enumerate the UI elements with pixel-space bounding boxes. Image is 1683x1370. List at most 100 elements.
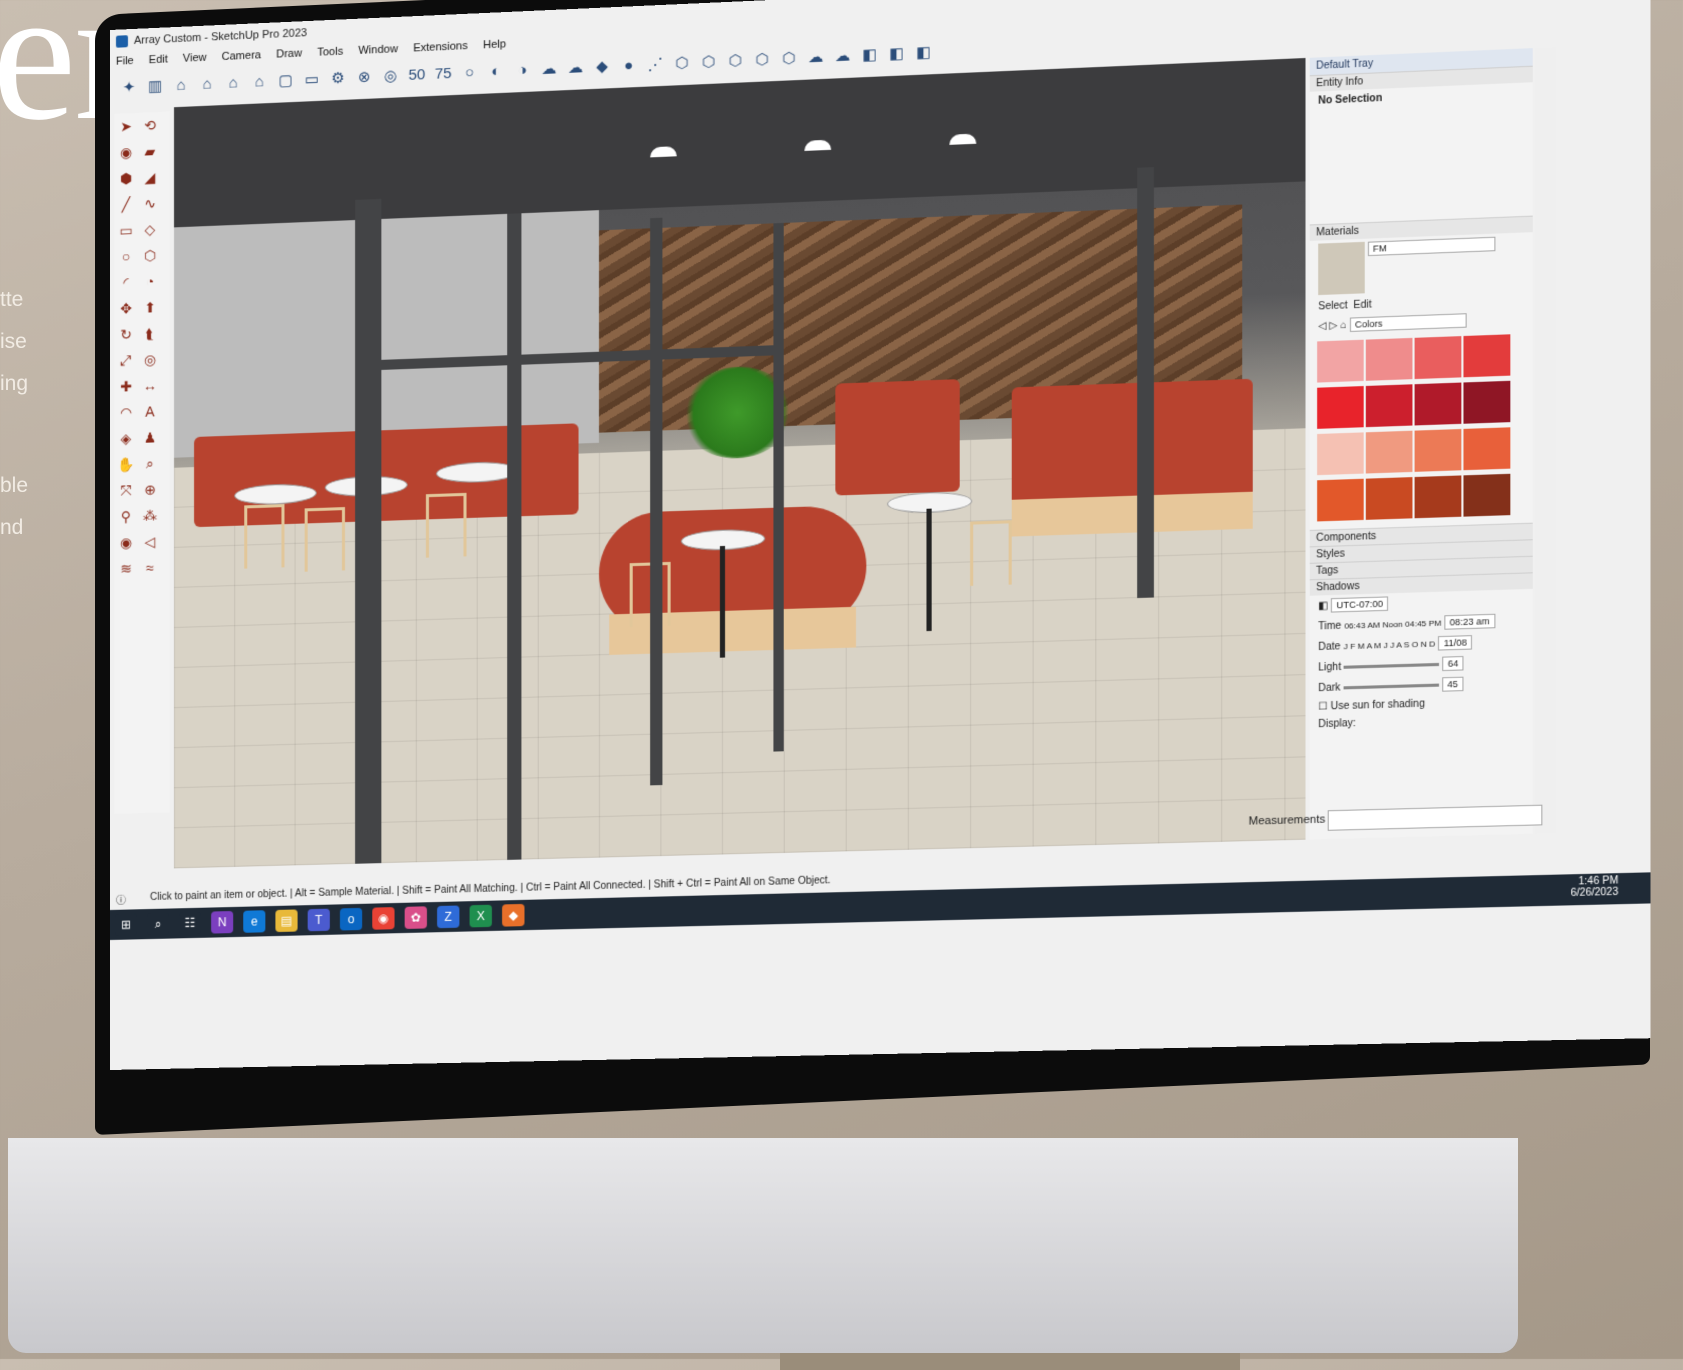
sandbox-smoove-icon[interactable]: ≈ bbox=[138, 554, 162, 581]
taskbar-app-icon[interactable]: X bbox=[469, 904, 492, 928]
toolbar-icon[interactable]: ⌂ bbox=[222, 72, 244, 95]
toolbar-icon[interactable]: ⌂ bbox=[170, 74, 192, 97]
taskbar-app-icon[interactable]: ◉ bbox=[372, 907, 395, 930]
look-around-icon[interactable]: ◉ bbox=[114, 529, 138, 556]
materials-select-tab[interactable]: Select bbox=[1318, 300, 1347, 312]
orbit-icon[interactable]: ⟲ bbox=[138, 112, 162, 139]
toolbar-icon[interactable]: 50 bbox=[406, 64, 428, 87]
toolbar-icon[interactable]: ◑ bbox=[511, 59, 533, 82]
menu-edit[interactable]: Edit bbox=[149, 53, 168, 66]
toolbar-icon[interactable]: ◧ bbox=[912, 41, 935, 64]
rotate-icon[interactable]: ↻ bbox=[114, 321, 138, 348]
taskbar-app-icon[interactable]: e bbox=[243, 910, 266, 933]
walk-icon[interactable]: ♟ bbox=[138, 424, 162, 451]
dark-field[interactable]: 45 bbox=[1441, 676, 1464, 692]
toolbar-icon[interactable]: ◐ bbox=[485, 60, 507, 83]
menu-extensions[interactable]: Extensions bbox=[413, 40, 468, 55]
zoom-extents-icon[interactable]: ⤧ bbox=[114, 477, 138, 504]
color-swatch[interactable] bbox=[1414, 382, 1462, 426]
menu-camera[interactable]: Camera bbox=[222, 49, 261, 63]
time-field[interactable]: 08:23 am bbox=[1444, 613, 1495, 630]
toolbar-icon[interactable]: ◧ bbox=[885, 43, 908, 66]
taskbar-app-icon[interactable]: ☷ bbox=[179, 911, 202, 935]
footprints-icon[interactable]: ⁂ bbox=[138, 502, 162, 529]
toolbar-icon[interactable]: ⋰ bbox=[644, 53, 667, 76]
freehand-icon[interactable]: ∿ bbox=[138, 190, 162, 217]
color-swatch[interactable] bbox=[1317, 386, 1364, 429]
dimension-icon[interactable]: ↔ bbox=[138, 372, 162, 399]
toolbar-icon[interactable]: ▭ bbox=[301, 69, 323, 92]
taskbar-app-icon[interactable]: ⌕ bbox=[146, 912, 170, 936]
sandbox-icon[interactable]: ≋ bbox=[114, 555, 138, 582]
toolbar-icon[interactable]: ◆ bbox=[591, 56, 613, 79]
toolbar-icon[interactable]: ☁ bbox=[804, 46, 827, 69]
timezone-select[interactable]: UTC-07:00 bbox=[1331, 596, 1389, 613]
toolbar-icon[interactable]: ☁ bbox=[564, 57, 586, 80]
eraser-icon[interactable]: ▰ bbox=[138, 138, 162, 165]
forward-arrow-icon[interactable]: ▷ bbox=[1329, 320, 1337, 332]
menu-window[interactable]: Window bbox=[358, 43, 398, 57]
color-swatch[interactable] bbox=[1414, 475, 1462, 519]
toolbar-icon[interactable]: ✦ bbox=[118, 77, 140, 100]
rectangle-icon[interactable]: ▭ bbox=[114, 217, 138, 244]
color-swatch[interactable] bbox=[1317, 478, 1364, 522]
toolbar-icon[interactable]: ● bbox=[617, 55, 640, 78]
menu-view[interactable]: View bbox=[183, 52, 207, 65]
circle-icon[interactable]: ○ bbox=[114, 243, 138, 270]
toolbar-icon[interactable]: ⬡ bbox=[751, 49, 774, 72]
color-swatch[interactable] bbox=[1463, 334, 1511, 378]
toolbar-icon[interactable]: ☁ bbox=[831, 45, 854, 68]
materials-edit-tab[interactable]: Edit bbox=[1353, 299, 1371, 311]
follow-me-icon[interactable]: ⮬ bbox=[138, 320, 162, 347]
taskbar-app-icon[interactable]: o bbox=[339, 907, 363, 931]
paint-bucket-icon[interactable]: ◉ bbox=[114, 139, 138, 166]
menu-tools[interactable]: Tools bbox=[317, 46, 343, 59]
toolbar-icon[interactable]: ⬡ bbox=[778, 47, 801, 70]
push-pull-icon[interactable]: ⬆ bbox=[138, 294, 162, 321]
pie-icon[interactable]: ◔ bbox=[138, 268, 162, 295]
color-swatch[interactable] bbox=[1463, 427, 1511, 471]
material-name-field[interactable]: FM bbox=[1367, 236, 1496, 257]
taskbar-app-icon[interactable]: ✿ bbox=[404, 906, 427, 929]
pan-icon[interactable]: ✋ bbox=[114, 451, 138, 478]
rotated-rectangle-icon[interactable]: ◇ bbox=[138, 216, 162, 243]
color-swatch[interactable] bbox=[1365, 337, 1413, 381]
zoom-window-icon[interactable]: ⊕ bbox=[138, 476, 162, 503]
color-swatch[interactable] bbox=[1365, 384, 1413, 428]
toolbar-icon[interactable]: ▥ bbox=[144, 76, 166, 99]
axes-icon[interactable]: ✚ bbox=[114, 373, 138, 400]
toolbar-icon[interactable]: ⌂ bbox=[248, 71, 270, 94]
light-field[interactable]: 64 bbox=[1442, 656, 1464, 672]
color-swatch[interactable] bbox=[1463, 380, 1511, 424]
color-swatch[interactable] bbox=[1463, 473, 1511, 517]
date-field[interactable]: 11/08 bbox=[1438, 635, 1473, 651]
light-slider[interactable] bbox=[1344, 662, 1440, 669]
taskbar-app-icon[interactable]: Z bbox=[437, 905, 460, 929]
color-swatch[interactable] bbox=[1365, 430, 1413, 474]
color-swatch[interactable] bbox=[1365, 477, 1413, 520]
toolbar-icon[interactable]: ◧ bbox=[858, 44, 881, 67]
system-clock[interactable]: 1:46 PM 6/26/2023 bbox=[1571, 875, 1619, 899]
toolbar-icon[interactable]: ⌂ bbox=[196, 73, 218, 96]
toolbar-icon[interactable]: ⬡ bbox=[697, 51, 720, 74]
zoom-icon[interactable]: ⌕ bbox=[138, 450, 162, 477]
use-sun-checkbox[interactable]: ☐ bbox=[1318, 701, 1327, 713]
menu-file[interactable]: File bbox=[116, 55, 134, 68]
toolbar-icon[interactable]: ⬡ bbox=[724, 50, 747, 73]
3d-viewport[interactable] bbox=[174, 57, 1306, 869]
back-arrow-icon[interactable]: ◁ bbox=[1318, 321, 1326, 333]
taskbar-app-icon[interactable]: ⊞ bbox=[114, 913, 137, 936]
toolbar-icon[interactable]: ○ bbox=[458, 62, 480, 85]
color-swatch[interactable] bbox=[1317, 339, 1364, 383]
position-camera-icon[interactable]: ⚲ bbox=[114, 503, 138, 530]
shadow-toggle-icon[interactable]: ◧ bbox=[1318, 600, 1328, 612]
section-plane-icon[interactable]: ◈ bbox=[114, 425, 138, 452]
info-icon[interactable]: ⓘ bbox=[116, 892, 126, 907]
home-icon[interactable]: ⌂ bbox=[1340, 320, 1346, 332]
dark-slider[interactable] bbox=[1343, 683, 1439, 690]
line-icon[interactable]: ╱ bbox=[114, 191, 138, 218]
taskbar-app-icon[interactable]: N bbox=[211, 911, 234, 934]
menu-draw[interactable]: Draw bbox=[276, 47, 302, 60]
tape-icon[interactable]: ◢ bbox=[138, 164, 162, 191]
toolbar-icon[interactable]: ⚙ bbox=[327, 67, 349, 90]
